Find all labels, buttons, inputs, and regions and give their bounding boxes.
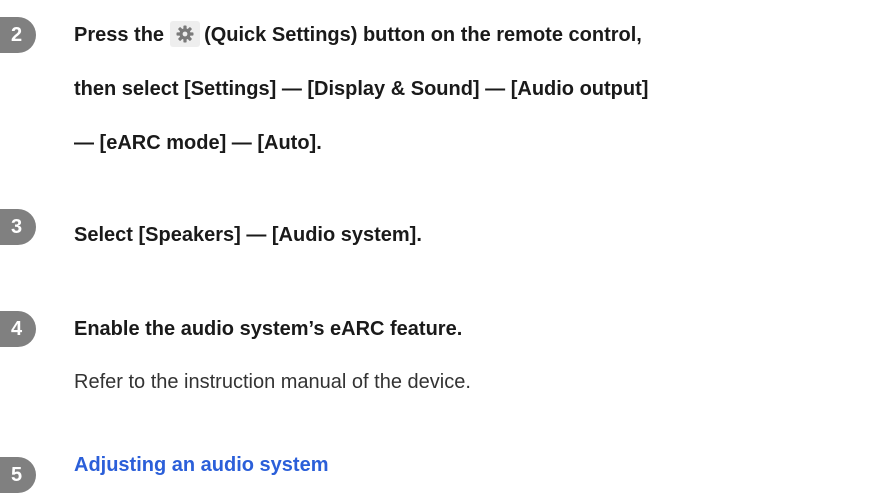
step-4-title: Enable the audio system’s eARC feature. [74, 318, 463, 340]
step-number-badge: 3 [0, 209, 36, 245]
step-3-title: Select [Speakers] — [Audio system]. [74, 224, 422, 246]
adjusting-audio-system-link[interactable]: Adjusting an audio system [74, 442, 328, 488]
step-2-line-3: — [eARC mode] — [Auto]. [74, 132, 322, 154]
step-2-line-2: then select [Settings] — [Display & Soun… [74, 78, 649, 100]
step-2-line-1: Press the (Quick Settings) button on the … [74, 12, 879, 58]
quick-settings-gear-icon [170, 21, 201, 47]
step-2-text-after-icon: (Quick Settings) button on the remote co… [204, 24, 642, 46]
step-2-text-before-icon: Press the [74, 24, 165, 46]
step-number-badge: 2 [0, 17, 36, 53]
step-number-badge: 4 [0, 311, 36, 347]
step-4-body: Refer to the instruction manual of the d… [74, 371, 471, 393]
step-number-badge: 5 [0, 457, 36, 493]
